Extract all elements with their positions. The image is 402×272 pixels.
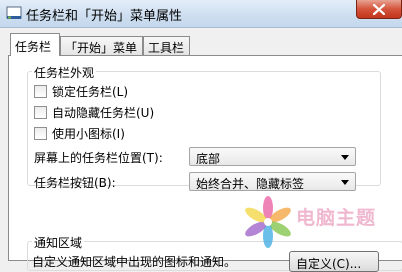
window-title: 任务栏和「开始」菜单属性 — [26, 9, 183, 24]
small-icons-label: 使用小图标(I) — [52, 127, 125, 141]
checkbox-box[interactable] — [34, 85, 47, 98]
tab-start-menu[interactable]: 「开始」菜单 — [60, 36, 143, 55]
notification-description: 自定义通知区域中出现的图标和通知。 — [32, 255, 237, 269]
notification-group-title: 通知区域 — [32, 234, 85, 251]
location-label: 屏幕上的任务栏位置(T): — [34, 151, 163, 165]
tab-taskbar[interactable]: 任务栏 — [10, 33, 60, 56]
checkbox-box[interactable] — [34, 106, 47, 119]
lock-taskbar-label: 锁定任务栏(L) — [52, 85, 129, 99]
buttons-label: 任务栏按钮(B): — [34, 176, 116, 190]
customize-button[interactable]: 自定义(C)... — [289, 251, 379, 272]
checkbox-box[interactable] — [34, 127, 47, 140]
watermark-text: 电脑主题 — [296, 207, 377, 229]
dropdown-arrow-icon — [341, 180, 349, 185]
location-select[interactable]: 底部 — [189, 147, 356, 166]
lock-taskbar-checkbox[interactable]: 锁定任务栏(L) — [34, 83, 128, 99]
title-bar: 任务栏和「开始」菜单属性 — [0, 0, 402, 28]
tab-panel-taskbar: 任务栏外观 锁定任务栏(L) 自动隐藏任务栏(U) 使用小图标(I) 屏幕上的任… — [8, 55, 402, 272]
tab-toolbars[interactable]: 工具栏 — [143, 36, 190, 55]
dropdown-arrow-icon — [341, 155, 349, 160]
buttons-select[interactable]: 始终合并、隐藏标签 — [189, 172, 356, 191]
taskbar-properties-icon — [6, 6, 22, 19]
close-button[interactable] — [356, 0, 402, 19]
location-value: 底部 — [196, 152, 221, 166]
auto-hide-checkbox[interactable]: 自动隐藏任务栏(U) — [34, 104, 154, 120]
appearance-group-title: 任务栏外观 — [32, 64, 97, 81]
close-icon — [373, 4, 385, 15]
buttons-value: 始终合并、隐藏标签 — [196, 177, 305, 191]
auto-hide-label: 自动隐藏任务栏(U) — [52, 106, 155, 120]
small-icons-checkbox[interactable]: 使用小图标(I) — [34, 125, 125, 141]
